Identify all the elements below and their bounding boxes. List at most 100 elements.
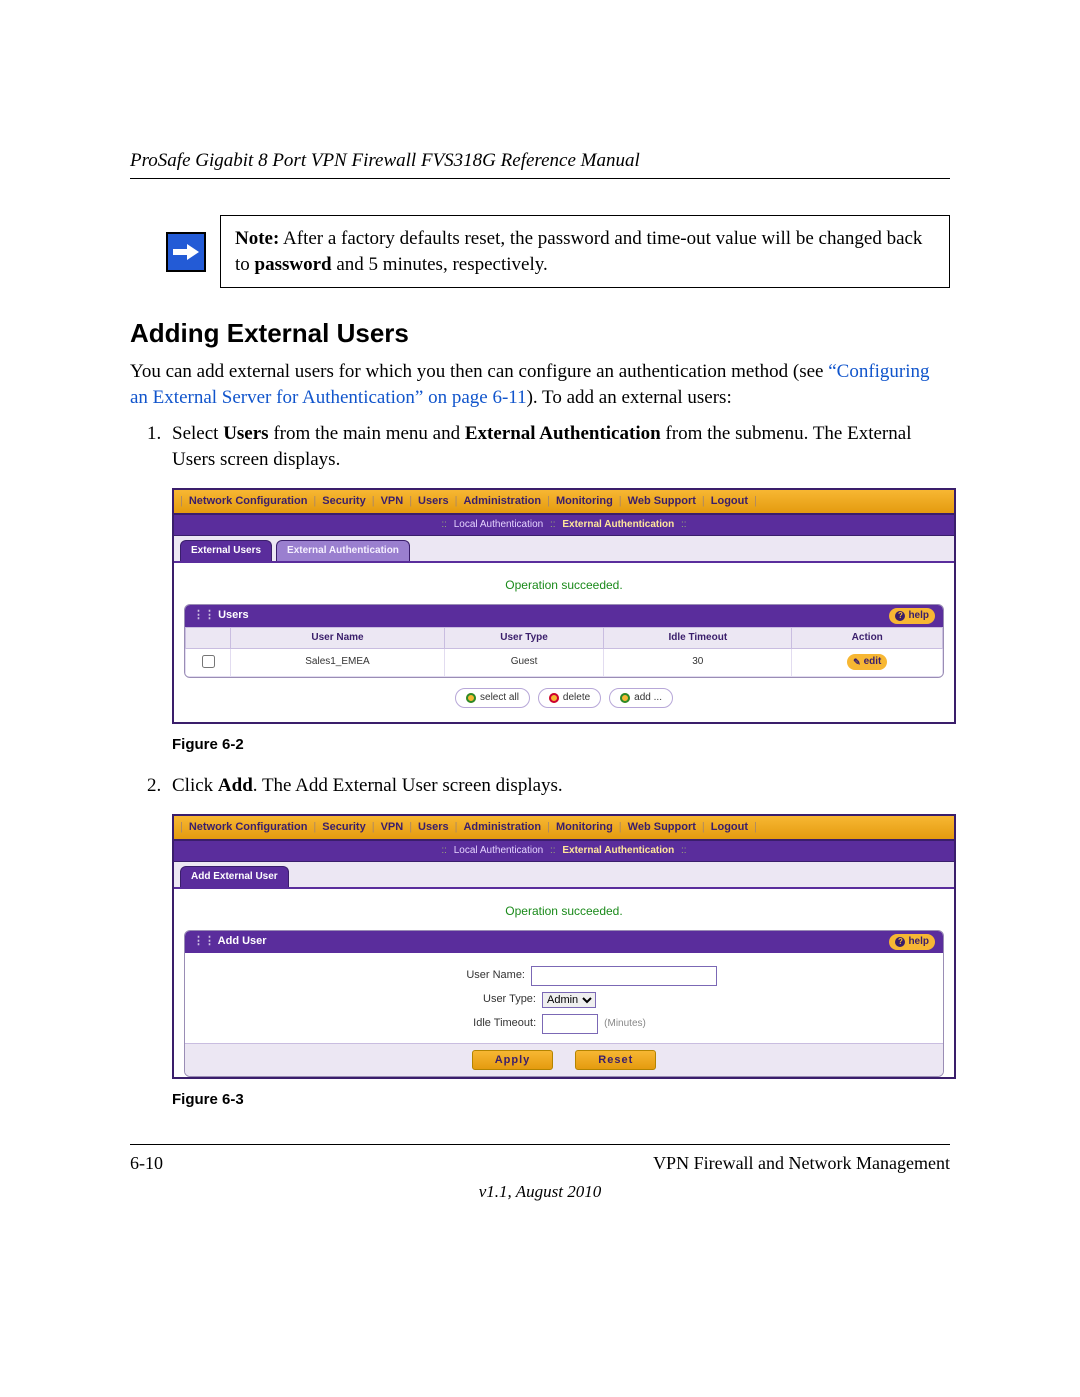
- main-menu: | Network Configuration| Security| VPN| …: [174, 490, 954, 515]
- step-1: Select Users from the main menu and Exte…: [166, 421, 950, 755]
- main-menu: | Network Configuration| Security| VPN| …: [174, 816, 954, 841]
- figure-6-2: | Network Configuration| Security| VPN| …: [172, 488, 956, 724]
- panel-title-text: Users: [218, 609, 249, 621]
- menu-item[interactable]: Logout: [711, 820, 748, 835]
- cell-timeout: 30: [604, 648, 792, 676]
- note-label: Note:: [235, 228, 279, 249]
- figure-caption-1: Figure 6-2: [172, 734, 950, 755]
- menu-item[interactable]: VPN: [381, 820, 404, 835]
- users-table: User Name User Type Idle Timeout Action …: [185, 627, 943, 677]
- doc-header-title: ProSafe Gigabit 8 Port VPN Firewall FVS3…: [130, 150, 950, 172]
- page-number: 6-10: [130, 1153, 163, 1174]
- btn-label: select all: [480, 691, 519, 705]
- menu-item-active[interactable]: Users: [418, 494, 449, 509]
- label-usertype: User Type:: [356, 992, 536, 1007]
- menu-item[interactable]: Security: [322, 820, 365, 835]
- minutes-hint: (Minutes): [604, 1017, 646, 1031]
- edit-button[interactable]: edit: [847, 654, 887, 670]
- footer-version: v1.1, August 2010: [130, 1182, 950, 1202]
- col-action: Action: [792, 627, 943, 648]
- reset-button[interactable]: Reset: [575, 1050, 656, 1070]
- panel-title: ⋮⋮ Users: [193, 608, 249, 623]
- intro-b: ). To add an external users:: [527, 387, 732, 408]
- label-idle-timeout: Idle Timeout:: [356, 1016, 536, 1031]
- table-row: Sales1_EMEA Guest 30 edit: [186, 648, 943, 676]
- steps-list: Select Users from the main menu and Exte…: [130, 421, 950, 1110]
- add-button[interactable]: add ...: [609, 688, 673, 708]
- col-username: User Name: [231, 627, 445, 648]
- step-2: Click Add. The Add External User screen …: [166, 773, 950, 1110]
- add-icon: [620, 693, 630, 703]
- tab-bar: Add External User: [174, 862, 954, 889]
- header-rule: [130, 178, 950, 179]
- menu-item[interactable]: Monitoring: [556, 820, 613, 835]
- note-text-b: and 5 minutes, respectively.: [332, 254, 548, 275]
- row-checkbox[interactable]: [202, 655, 215, 668]
- figure-caption-2: Figure 6-3: [172, 1089, 950, 1110]
- menu-item[interactable]: Network Configuration: [189, 494, 308, 509]
- check-icon: [466, 693, 476, 703]
- s2-a: Click: [172, 775, 218, 796]
- menu-item[interactable]: Logout: [711, 494, 748, 509]
- intro-paragraph: You can add external users for which you…: [130, 359, 950, 410]
- btn-label: delete: [563, 691, 590, 705]
- menu-item[interactable]: VPN: [381, 494, 404, 509]
- menu-item[interactable]: Administration: [463, 494, 541, 509]
- submenu-item[interactable]: Local Authentication: [454, 519, 544, 530]
- menu-item[interactable]: Web Support: [628, 820, 696, 835]
- s2-add: Add: [218, 775, 253, 796]
- input-idle-timeout[interactable]: [542, 1014, 598, 1034]
- s1-a: Select: [172, 423, 223, 444]
- button-row: select all delete add ...: [184, 678, 944, 710]
- delete-icon: [549, 693, 559, 703]
- s1-users: Users: [223, 423, 268, 444]
- users-panel: ⋮⋮ Users help User Name User Type Idle T…: [184, 604, 944, 678]
- delete-button[interactable]: delete: [538, 688, 601, 708]
- select-all-button[interactable]: select all: [455, 688, 530, 708]
- menu-item[interactable]: Web Support: [628, 494, 696, 509]
- action-bar: Apply Reset: [185, 1043, 943, 1076]
- add-user-panel: ⋮⋮ Add User help User Name:: [184, 930, 944, 1077]
- submenu-item-active[interactable]: External Authentication: [562, 845, 674, 856]
- submenu-item[interactable]: Local Authentication: [454, 845, 544, 856]
- status-text: Operation succeeded.: [184, 571, 944, 604]
- s2-c: . The Add External User screen displays.: [253, 775, 563, 796]
- tab-external-auth[interactable]: External Authentication: [276, 540, 410, 561]
- s1-c: from the main menu and: [269, 423, 465, 444]
- menu-item[interactable]: Network Configuration: [189, 820, 308, 835]
- select-usertype[interactable]: Admin: [542, 992, 596, 1008]
- panel-title-text: Add User: [218, 935, 267, 947]
- cell-username: Sales1_EMEA: [231, 648, 445, 676]
- note-box: Note: After a factory defaults reset, th…: [166, 215, 950, 288]
- note-text: Note: After a factory defaults reset, th…: [220, 215, 950, 288]
- s1-extauth: External Authentication: [465, 423, 661, 444]
- menu-item[interactable]: Administration: [463, 820, 541, 835]
- arrow-right-icon: [166, 232, 206, 272]
- intro-a: You can add external users for which you…: [130, 361, 828, 382]
- col-usertype: User Type: [444, 627, 603, 648]
- sub-menu: :: Local Authentication :: External Auth…: [174, 841, 954, 862]
- apply-button[interactable]: Apply: [472, 1050, 554, 1070]
- panel-title: ⋮⋮ Add User: [193, 934, 267, 949]
- btn-label: add ...: [634, 691, 662, 705]
- input-username[interactable]: [531, 966, 717, 986]
- tab-external-users[interactable]: External Users: [180, 540, 272, 561]
- help-button[interactable]: help: [889, 934, 935, 950]
- submenu-item-active[interactable]: External Authentication: [562, 519, 674, 530]
- status-text: Operation succeeded.: [184, 897, 944, 930]
- help-button[interactable]: help: [889, 608, 935, 624]
- menu-item[interactable]: Monitoring: [556, 494, 613, 509]
- footer-rule: [130, 1144, 950, 1145]
- menu-item-active[interactable]: Users: [418, 820, 449, 835]
- col-idle: Idle Timeout: [604, 627, 792, 648]
- menu-item[interactable]: Security: [322, 494, 365, 509]
- sub-menu: :: Local Authentication :: External Auth…: [174, 515, 954, 536]
- tab-add-external-user[interactable]: Add External User: [180, 866, 289, 887]
- figure-6-3: | Network Configuration| Security| VPN| …: [172, 814, 956, 1079]
- label-username: User Name:: [345, 968, 525, 983]
- footer-section: VPN Firewall and Network Management: [653, 1153, 950, 1174]
- cell-usertype: Guest: [444, 648, 603, 676]
- note-bold: password: [255, 254, 332, 275]
- footer-line: 6-10 VPN Firewall and Network Management: [130, 1153, 950, 1174]
- add-user-form: User Name: User Type: Admin: [185, 953, 943, 1043]
